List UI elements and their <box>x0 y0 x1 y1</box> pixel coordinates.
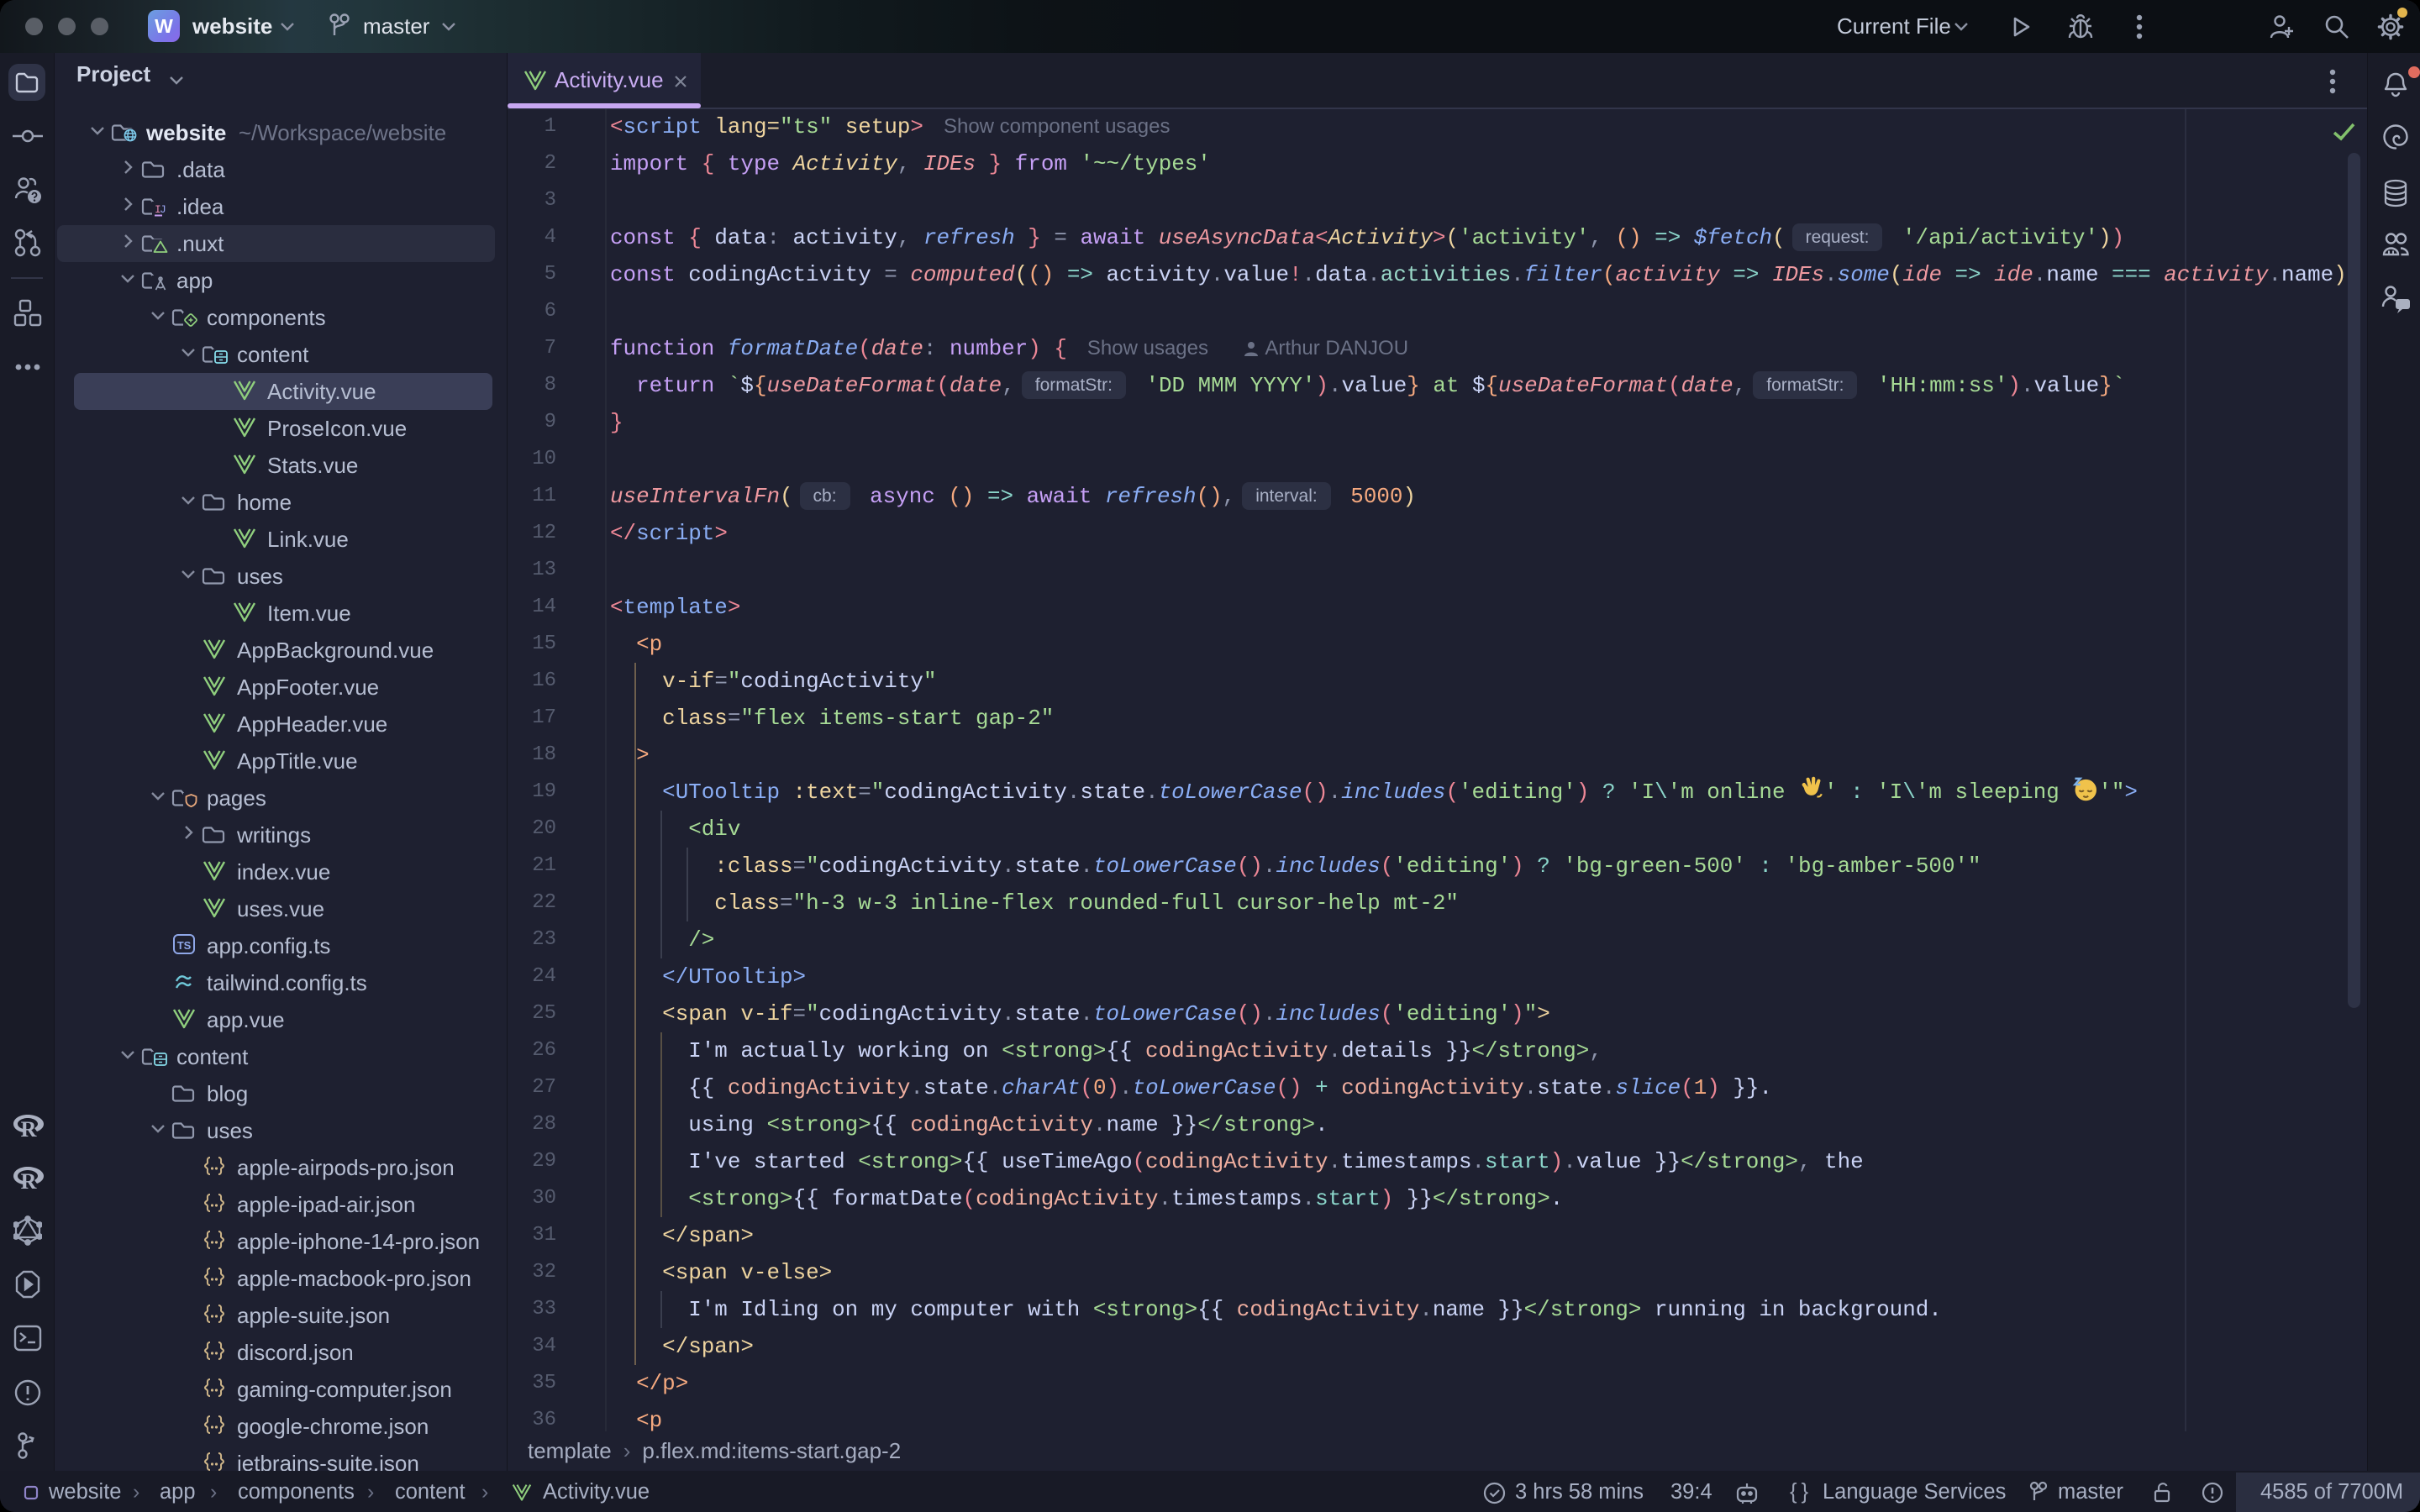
svg-text:R: R <box>21 1117 37 1140</box>
svg-text:R: R <box>21 1169 37 1192</box>
